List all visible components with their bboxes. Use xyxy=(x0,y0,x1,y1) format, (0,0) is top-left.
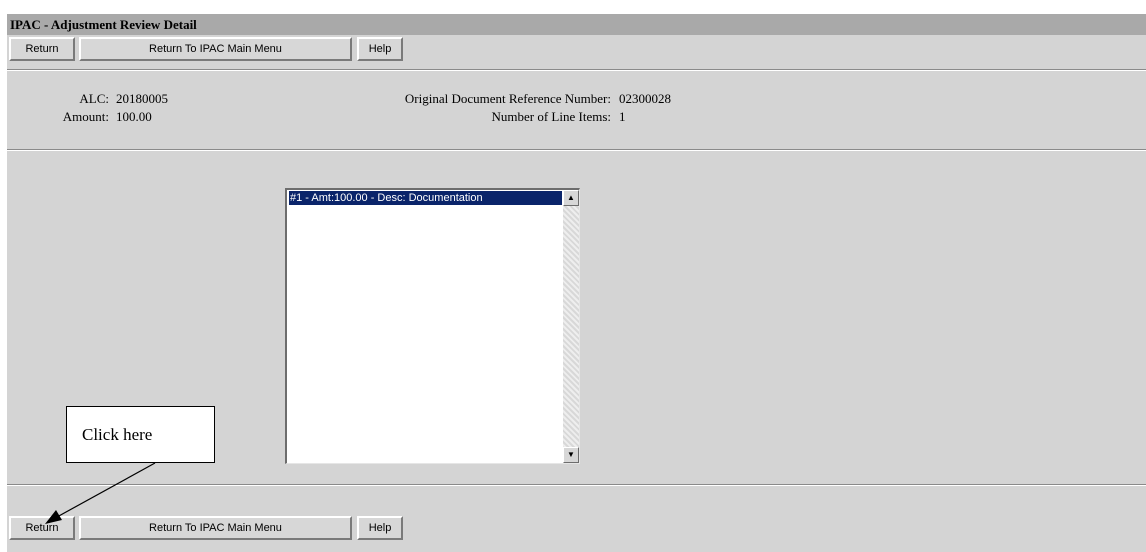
help-button-top[interactable]: Help xyxy=(357,37,403,61)
line-items-label: Number of Line Items: xyxy=(491,109,612,124)
return-button-top[interactable]: Return xyxy=(9,37,75,61)
page-frame: IPAC - Adjustment Review Detail Return R… xyxy=(7,14,1146,552)
return-main-menu-button-top[interactable]: Return To IPAC Main Menu xyxy=(79,37,352,61)
line-items-value: 1 xyxy=(619,109,626,124)
divider-bottom xyxy=(7,484,1146,486)
amount-label: Amount: xyxy=(62,109,109,124)
orig-doc-ref-value: 02300028 xyxy=(619,91,671,106)
amount-value: 100.00 xyxy=(116,109,152,124)
return-button-bottom[interactable]: Return xyxy=(9,516,75,540)
listbox-scrollbar[interactable]: ▲ ▼ xyxy=(563,190,579,463)
orig-doc-ref-label: Original Document Reference Number: xyxy=(404,91,611,106)
divider-top xyxy=(7,69,1146,71)
list-item[interactable]: #1 - Amt:100.00 - Desc: Documentation xyxy=(289,191,562,205)
line-items-listbox[interactable]: #1 - Amt:100.00 - Desc: Documentation ▲ … xyxy=(285,188,580,464)
help-button-bottom[interactable]: Help xyxy=(357,516,403,540)
alc-label: ALC: xyxy=(79,91,109,106)
alc-value: 20180005 xyxy=(116,91,168,106)
divider-middle xyxy=(7,149,1146,151)
click-here-callout: Click here xyxy=(66,406,215,463)
scroll-up-arrow-icon[interactable]: ▲ xyxy=(563,190,579,206)
page-title: IPAC - Adjustment Review Detail xyxy=(7,14,1146,35)
return-main-menu-button-bottom[interactable]: Return To IPAC Main Menu xyxy=(79,516,352,540)
scroll-down-arrow-icon[interactable]: ▼ xyxy=(563,447,579,463)
